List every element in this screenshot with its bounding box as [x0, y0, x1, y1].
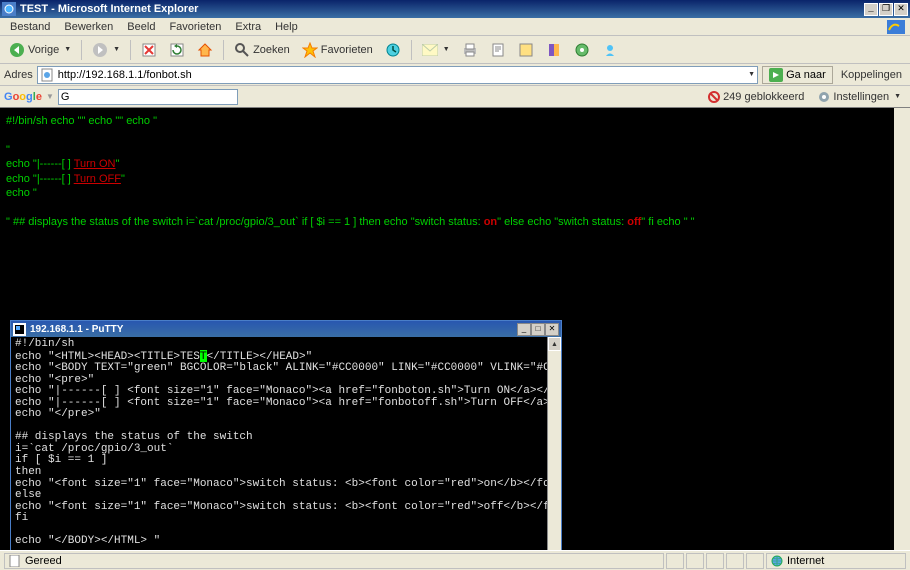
- forward-button[interactable]: ▼: [87, 39, 125, 61]
- ie-titlebar: TEST - Microsoft Internet Explorer _ ❐ ✕: [0, 0, 910, 18]
- home-icon: [197, 42, 213, 58]
- putty-titlebar[interactable]: 192.168.1.1 - PuTTY _ □ ✕: [11, 321, 561, 337]
- page-content-area: #!/bin/sh echo "" echo "" echo " " echo …: [0, 108, 910, 550]
- edit-button[interactable]: [485, 39, 511, 61]
- status-ready: Gereed: [4, 553, 664, 569]
- google-logo[interactable]: Google: [4, 91, 42, 103]
- status-cell-2: [686, 553, 704, 569]
- menu-help[interactable]: Help: [269, 20, 304, 34]
- discuss-icon: [518, 42, 534, 58]
- popup-blocked-button[interactable]: 249 geblokkeerd: [703, 91, 809, 103]
- menu-beeld[interactable]: Beeld: [121, 20, 161, 34]
- search-button[interactable]: Zoeken: [229, 39, 295, 61]
- status-cell-4: [726, 553, 744, 569]
- url-dropdown-icon[interactable]: ▼: [748, 71, 755, 78]
- messenger-icon: [602, 42, 618, 58]
- forward-icon: [92, 42, 108, 58]
- back-icon: [9, 42, 25, 58]
- separator: [130, 40, 131, 60]
- restore-button[interactable]: ❐: [879, 3, 893, 16]
- putty-close-button[interactable]: ✕: [545, 323, 559, 336]
- menu-favorieten[interactable]: Favorieten: [163, 20, 227, 34]
- putty-minimize-button[interactable]: _: [517, 323, 531, 336]
- menu-bar: Bestand Bewerken Beeld Favorieten Extra …: [0, 18, 910, 36]
- putty-title-text: 192.168.1.1 - PuTTY: [30, 324, 517, 335]
- page-icon: [9, 555, 21, 567]
- print-button[interactable]: [457, 39, 483, 61]
- messenger-button[interactable]: [597, 39, 623, 61]
- separator: [411, 40, 412, 60]
- back-button[interactable]: Vorige ▼: [4, 39, 76, 61]
- status-bar: Gereed Internet: [0, 550, 910, 570]
- stop-icon: [141, 42, 157, 58]
- forward-dropdown-icon: ▼: [113, 46, 120, 53]
- status-zone: Internet: [766, 553, 906, 569]
- history-icon: [385, 42, 401, 58]
- search-icon: [234, 42, 250, 58]
- research-button[interactable]: [541, 39, 567, 61]
- google-toolbar: Google ▼ 249 geblokkeerd Instellingen ▼: [0, 86, 910, 108]
- menu-bewerken[interactable]: Bewerken: [58, 20, 119, 34]
- menu-bestand[interactable]: Bestand: [4, 20, 56, 34]
- address-bar: Adres ▼ Ga naar Koppelingen: [0, 64, 910, 86]
- menu-extra[interactable]: Extra: [229, 20, 267, 34]
- putty-icon: [13, 323, 26, 336]
- star-icon: [302, 42, 318, 58]
- google-search-input[interactable]: [58, 89, 238, 105]
- scroll-up-button[interactable]: ▲: [548, 337, 561, 351]
- home-button[interactable]: [192, 39, 218, 61]
- blocked-icon: [708, 91, 720, 103]
- turn-off-link[interactable]: Turn OFF: [74, 173, 121, 185]
- close-button[interactable]: ✕: [894, 3, 908, 16]
- page-pre-text: #!/bin/sh echo "" echo "" echo " " echo …: [0, 108, 894, 235]
- putty-maximize-button[interactable]: □: [531, 323, 545, 336]
- back-dropdown-icon: ▼: [64, 46, 71, 53]
- ie-logo-icon: [884, 18, 908, 36]
- turn-on-link[interactable]: Turn ON: [74, 158, 116, 170]
- history-button[interactable]: [380, 39, 406, 61]
- putty-scrollbar[interactable]: ▲ ▼: [547, 337, 561, 550]
- book-icon: [546, 42, 562, 58]
- mail-icon: [422, 42, 438, 58]
- nav-toolbar: Vorige ▼ ▼ Zoeken Favorieten ▼: [0, 36, 910, 64]
- status-cell-5: [746, 553, 764, 569]
- minimize-button[interactable]: _: [864, 3, 878, 16]
- url-input[interactable]: [54, 69, 746, 81]
- settings-icon: [818, 91, 830, 103]
- go-button[interactable]: Ga naar: [762, 66, 833, 84]
- go-icon: [769, 68, 783, 82]
- gear-icon: [574, 42, 590, 58]
- google-dropdown-icon[interactable]: ▼: [46, 92, 54, 101]
- edit-icon: [490, 42, 506, 58]
- separator: [223, 40, 224, 60]
- separator: [81, 40, 82, 60]
- misc-button-1[interactable]: [569, 39, 595, 61]
- google-settings-button[interactable]: Instellingen ▼: [813, 91, 906, 103]
- status-cell-3: [706, 553, 724, 569]
- putty-window: 192.168.1.1 - PuTTY _ □ ✕ #!/bin/sh echo…: [10, 320, 562, 550]
- print-icon: [462, 42, 478, 58]
- links-button[interactable]: Koppelingen: [837, 69, 906, 81]
- favorites-button[interactable]: Favorieten: [297, 39, 378, 61]
- refresh-button[interactable]: [164, 39, 190, 61]
- address-label: Adres: [4, 69, 33, 81]
- refresh-icon: [169, 42, 185, 58]
- discuss-button[interactable]: [513, 39, 539, 61]
- putty-terminal-text[interactable]: #!/bin/sh echo "<HTML><HEAD><TITLE>TEST<…: [11, 337, 547, 550]
- stop-button[interactable]: [136, 39, 162, 61]
- page-icon: [40, 68, 54, 82]
- globe-icon: [771, 555, 783, 567]
- status-cell-1: [666, 553, 684, 569]
- window-title: TEST - Microsoft Internet Explorer: [20, 3, 864, 15]
- ie-icon: [2, 2, 16, 16]
- url-field-container: ▼: [37, 66, 758, 84]
- mail-button[interactable]: ▼: [417, 39, 455, 61]
